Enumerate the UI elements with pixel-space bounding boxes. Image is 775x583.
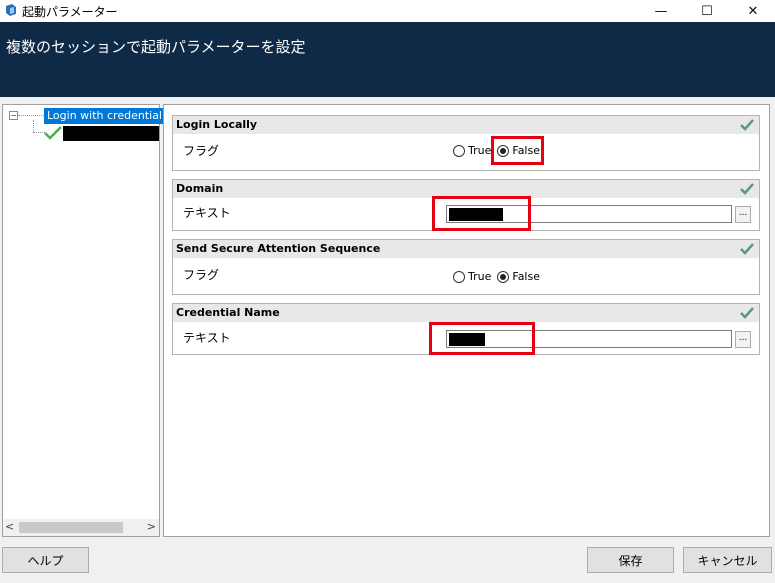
cancel-button[interactable]: キャンセル	[683, 547, 772, 573]
radio-true-label: True	[468, 144, 492, 157]
param-label: テキスト	[183, 206, 231, 220]
sas-radio-group: True False	[453, 270, 546, 283]
param-label: テキスト	[183, 331, 231, 345]
check-mark-icon	[740, 119, 754, 131]
radio-false[interactable]: False	[497, 270, 540, 283]
minimize-icon: —	[654, 3, 668, 19]
radio-false-icon[interactable]	[497, 270, 510, 283]
session-tree-panel: − Login with credential < >	[2, 104, 165, 537]
scroll-right-icon[interactable]: >	[147, 520, 156, 533]
radio-false-label: False	[512, 270, 540, 283]
maximize-button[interactable]: ☐	[684, 0, 730, 22]
radio-true[interactable]: True	[453, 144, 491, 157]
maximize-icon: ☐	[701, 3, 713, 19]
app-icon	[6, 4, 16, 16]
minimize-button[interactable]: —	[638, 0, 684, 22]
param-title-text: Login Locally	[176, 118, 258, 131]
parameter-panel: Login Locally フラグ True False Domain テキスト…	[163, 104, 770, 537]
help-button[interactable]: ヘルプ	[2, 547, 89, 573]
highlight-box	[432, 196, 531, 231]
horizontal-scrollbar[interactable]: < >	[3, 519, 159, 536]
close-button[interactable]: ✕	[730, 0, 775, 22]
param-label: フラグ	[183, 144, 220, 158]
param-label: フラグ	[183, 268, 220, 282]
param-title: Login Locally	[173, 116, 759, 134]
highlight-box	[491, 136, 544, 165]
credential-browse-button[interactable]: ...	[735, 331, 751, 348]
radio-true[interactable]: True	[453, 270, 491, 283]
scroll-left-icon[interactable]: <	[5, 520, 14, 533]
check-mark-icon	[740, 307, 754, 319]
param-title-text: Send Secure Attention Sequence	[176, 242, 381, 255]
check-mark-icon	[740, 183, 754, 195]
tree-connector	[18, 115, 44, 116]
title-bar: 起動パラメーター — ☐ ✕	[0, 0, 775, 22]
tree-connector	[33, 120, 34, 132]
scroll-thumb[interactable]	[19, 522, 123, 533]
close-icon: ✕	[747, 3, 759, 19]
check-mark-icon	[740, 243, 754, 255]
tree-item-redacted[interactable]	[63, 126, 159, 141]
check-mark-icon	[44, 126, 62, 140]
header-band: 複数のセッションで起動パラメーターを設定	[0, 22, 775, 97]
window-title: 起動パラメーター	[22, 5, 118, 19]
param-title-text: Credential Name	[176, 306, 280, 319]
highlight-box	[429, 322, 535, 355]
param-title-text: Domain	[176, 182, 224, 195]
radio-true-icon[interactable]	[453, 270, 465, 283]
param-title: Send Secure Attention Sequence	[173, 240, 759, 258]
param-login-locally: Login Locally フラグ True False	[172, 115, 760, 171]
radio-true-icon[interactable]	[453, 144, 465, 157]
domain-browse-button[interactable]: ...	[735, 206, 751, 223]
page-title: 複数のセッションで起動パラメーターを設定	[6, 38, 306, 56]
param-send-secure-attention-sequence: Send Secure Attention Sequence フラグ True …	[172, 239, 760, 295]
tree-collapse-icon[interactable]: −	[9, 111, 18, 120]
radio-true-label: True	[468, 270, 492, 283]
param-title: Credential Name	[173, 304, 759, 322]
save-button[interactable]: 保存	[587, 547, 674, 573]
tree-item-login-with-credential[interactable]: Login with credential	[44, 108, 165, 124]
